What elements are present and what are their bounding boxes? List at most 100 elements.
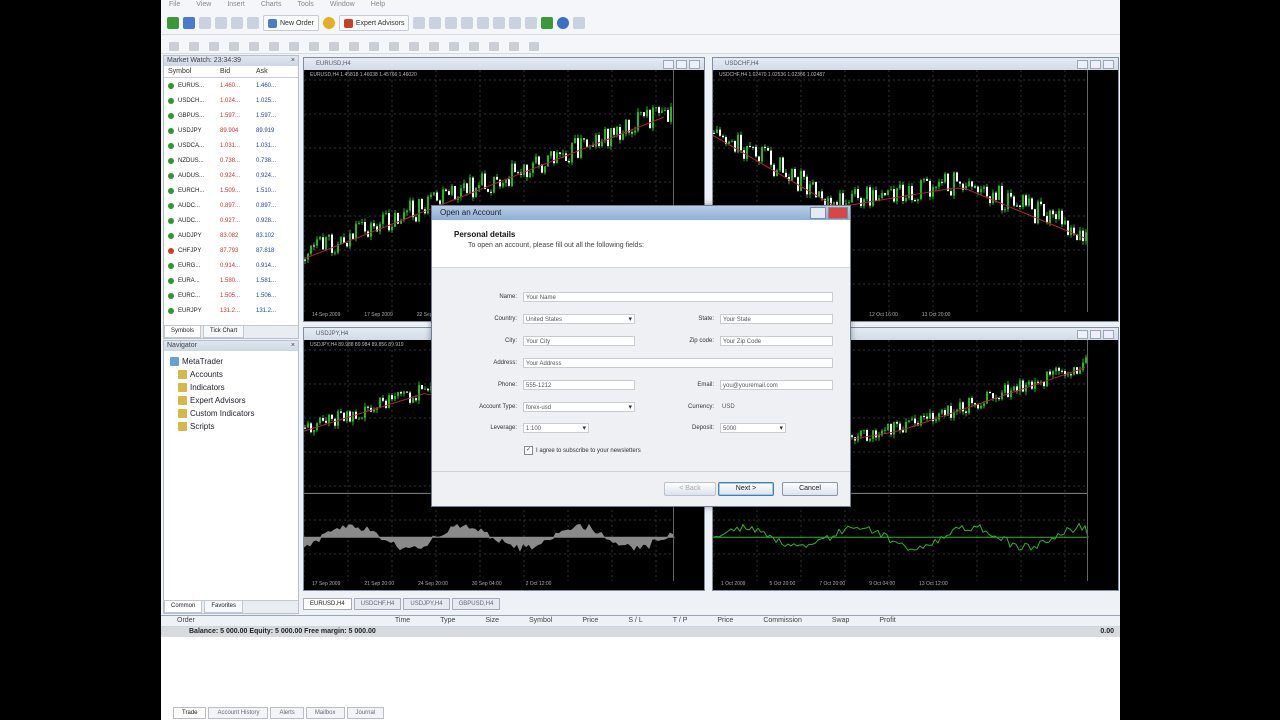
period-m30-icon[interactable] [429,41,439,51]
nav-item-metatrader[interactable]: MetaTrader [164,355,298,368]
col-symbol[interactable]: Symbol [164,66,220,77]
tab-alerts[interactable]: Alerts [270,707,304,719]
profiles-icon[interactable] [183,17,195,29]
leverage-select[interactable]: 1:100 [523,423,589,434]
chart-tab-gbpusd[interactable]: GBPUSD,H4 [451,598,501,610]
gold-coin-icon[interactable] [322,17,335,29]
chart-tab-usdchf[interactable]: USDCHF,H4 [353,598,402,610]
nav-item-expert-advisors[interactable]: Expert Advisors [164,394,298,407]
deposit-select[interactable]: 5000 [720,423,786,434]
minimize-icon[interactable] [1077,60,1088,69]
period-mn-icon[interactable] [529,41,539,51]
col-price[interactable]: Price [552,616,598,626]
country-select[interactable]: United States [523,314,635,325]
strategy-tester-icon[interactable] [247,17,259,29]
chart-shift-icon[interactable] [509,17,522,29]
minimize-icon[interactable] [810,207,826,219]
new-chart-icon[interactable] [167,17,179,29]
market-watch-row[interactable]: EURJPY 131.2... 131.2... [164,303,298,318]
candlestick-icon[interactable] [429,17,442,29]
nav-item-accounts[interactable]: Accounts [164,368,298,381]
tab-mailbox[interactable]: Mailbox [305,707,345,719]
tab-tick-chart[interactable]: Tick Chart [203,326,245,338]
menu-view[interactable]: View [188,0,219,8]
close-icon[interactable] [689,60,700,69]
market-watch-row[interactable]: EURCH... 1.509... 1.510... [164,183,298,198]
menu-tools[interactable]: Tools [289,0,321,8]
city-field[interactable]: Your City [523,336,635,346]
crosshair-icon[interactable] [189,41,199,51]
close-icon[interactable]: × [291,341,295,351]
period-icon[interactable] [557,17,570,29]
templates-icon[interactable] [573,17,586,29]
market-watch-row[interactable]: EURC... 1.505... 1.506... [164,288,298,303]
market-watch-row[interactable]: EURA... 1.580... 1.581... [164,273,298,288]
chart-tab-eurusd[interactable]: EURUSD,H4 [303,598,352,610]
zoom-out-icon[interactable] [477,17,490,29]
col-tp[interactable]: T / P [643,616,688,626]
agree-checkbox[interactable]: ✓ [524,446,533,455]
tile-windows-icon[interactable] [493,17,506,29]
horizontal-line-icon[interactable] [229,41,239,51]
balance-row[interactable]: Balance: 5 000.00 Equity: 5 000.00 Free … [161,627,1120,637]
arrows-icon[interactable] [349,41,359,51]
maximize-icon[interactable] [1090,330,1101,339]
chart-tab-usdjpy[interactable]: USDJPY,H4 [403,598,450,610]
period-m5-icon[interactable] [389,41,399,51]
market-watch-row[interactable]: GBPUS... 1.597... 1.597... [164,108,298,123]
menu-charts[interactable]: Charts [253,0,290,8]
bar-chart-icon[interactable] [413,17,426,29]
navigator-icon[interactable] [215,17,227,29]
expert-advisors-button[interactable]: Expert Advisors [338,15,410,31]
cancel-button[interactable]: Cancel [782,482,838,496]
col-sl[interactable]: S / L [598,616,642,626]
col-symbol[interactable]: Symbol [499,616,552,626]
tab-trade[interactable]: Trade [173,707,207,719]
indicators-icon[interactable] [541,17,554,29]
tab-journal[interactable]: Journal [346,707,385,719]
period-w1-icon[interactable] [509,41,519,51]
label-icon[interactable] [329,41,339,51]
close-icon[interactable]: × [291,56,295,66]
col-swap[interactable]: Swap [802,616,850,626]
col-commission[interactable]: Commission [733,616,802,626]
market-watch-row[interactable]: AUDJPY 83.082 83.102 [164,228,298,243]
nav-item-indicators[interactable]: Indicators [164,381,298,394]
market-watch-row[interactable]: NZDUS... 0.738... 0.738... [164,153,298,168]
market-watch-row[interactable]: AUDUS... 0.924... 0.924... [164,168,298,183]
period-d1-icon[interactable] [489,41,499,51]
maximize-icon[interactable] [1090,60,1101,69]
tab-symbols[interactable]: Symbols [164,326,202,338]
close-icon[interactable] [1103,330,1114,339]
maximize-icon[interactable] [676,60,687,69]
trendline-icon[interactable] [249,41,259,51]
autoscroll-icon[interactable] [525,17,538,29]
zoom-in-icon[interactable] [461,17,474,29]
col-size[interactable]: Size [455,616,499,626]
line-chart-icon[interactable] [445,17,458,29]
market-watch-row[interactable]: EURG... 0.914... 0.914... [164,258,298,273]
close-icon[interactable] [828,207,848,219]
menu-help[interactable]: Help [363,0,393,8]
col-price-current[interactable]: Price [687,616,733,626]
chart-title-bar[interactable]: USDCHF,H4 [713,58,1118,70]
market-watch-row[interactable]: USDJPY 89.904 89.919 [164,123,298,138]
fibonacci-icon[interactable] [289,41,299,51]
period-h4-icon[interactable] [469,41,479,51]
col-bid[interactable]: Bid [220,66,256,77]
close-icon[interactable] [1103,60,1114,69]
phone-field[interactable]: 555-1212 [523,380,635,390]
menu-insert[interactable]: Insert [219,0,253,8]
tab-favorites[interactable]: Favorites [204,601,244,613]
market-watch-row[interactable]: CHFJPY 87.793 87.818 [164,243,298,258]
back-button[interactable]: < Back [664,482,716,496]
zip-field[interactable]: Your Zip Code [720,336,833,346]
tab-account-history[interactable]: Account History [208,707,269,719]
nav-item-scripts[interactable]: Scripts [164,420,298,433]
minimize-icon[interactable] [663,60,674,69]
market-watch-row[interactable]: AUDC... 0.897... 0.897... [164,198,298,213]
channel-icon[interactable] [269,41,279,51]
account-type-select[interactable]: forex-usd [523,402,635,413]
col-profit[interactable]: Profit [849,616,895,626]
next-button[interactable]: Next > [718,482,774,496]
